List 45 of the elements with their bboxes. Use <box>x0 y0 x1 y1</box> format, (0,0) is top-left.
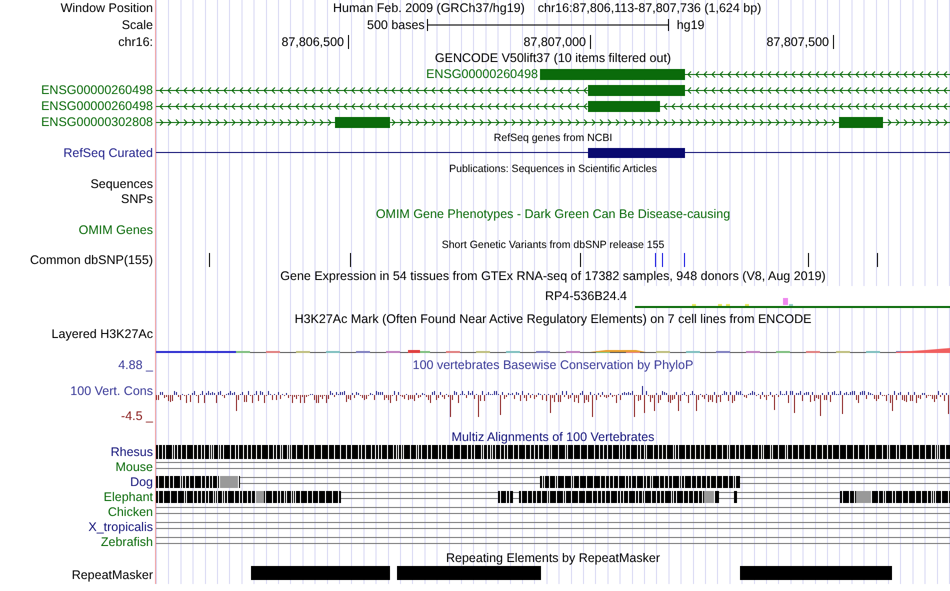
track-title: Multiz Alignments of 100 Vertebrates <box>452 430 654 444</box>
species-label: Elephant <box>104 491 153 504</box>
axis-label: 4.88 _ <box>118 358 153 372</box>
track-title: Publications: Sequences in Scientific Articles <box>449 162 657 176</box>
track-label: Common dbSNP(155) <box>30 253 153 267</box>
gene-label: ENSG00000302808 <box>41 115 153 129</box>
track-label: 100 Vert. Cons <box>70 384 153 398</box>
track-title: H3K27Ac Mark (Often Found Near Active Regulatory Elements) on 7 cell lines from ENCODE <box>294 312 812 326</box>
tick-mark <box>590 35 591 49</box>
tick-mark <box>833 35 834 49</box>
track-label: Sequences <box>90 176 153 190</box>
species-label: Chicken <box>108 506 153 519</box>
ruler-tick-label: 87,806,500 <box>281 35 344 49</box>
field-label: Window Position <box>60 1 153 15</box>
ruler-tick-label: 87,807,000 <box>523 35 586 49</box>
track-title: Short Genetic Variants from dbSNP release 155 <box>442 238 664 252</box>
database-text: hg19 <box>676 18 704 32</box>
track-label: SNPs <box>121 192 153 206</box>
position-text: chr16:87,806,113-87,807,736 (1,624 bp) <box>538 1 762 15</box>
track-title: RefSeq genes from NCBI <box>494 130 612 144</box>
track-label: RepeatMasker <box>72 568 153 582</box>
field-label: Scale <box>122 18 153 32</box>
species-label: Rhesus <box>110 446 153 459</box>
track-label: OMIM Genes <box>78 222 153 236</box>
track-title: 100 vertebrates Basewise Conservation by PhyloP <box>412 358 694 372</box>
gene-label[interactable]: RP4-536B24.4 <box>545 289 628 303</box>
field-label: chr16: <box>118 34 153 48</box>
gene-label: ENSG00000260498 <box>41 83 153 97</box>
gene-label: ENSG00000260498 <box>41 99 153 113</box>
axis-label: -4.5 _ <box>121 409 153 423</box>
ruler-tick-label: 87,807,500 <box>766 35 829 49</box>
track-label: RefSeq Curated <box>63 146 153 160</box>
species-label: Dog <box>130 476 153 489</box>
species-label: X_tropicalis <box>88 521 153 534</box>
scale-text: 500 bases <box>367 18 425 32</box>
track-title: OMIM Gene Phenotypes - Dark Green Can Be Disease-causing <box>376 207 730 221</box>
tick-mark <box>348 35 349 49</box>
assembly-text: Human Feb. 2009 (GRCh37/hg19) <box>333 1 525 15</box>
track-label: Layered H3K27Ac <box>52 327 153 341</box>
species-label: Mouse <box>115 461 153 474</box>
track-title: GENCODE V50lift37 (10 items filtered out) <box>434 51 672 65</box>
species-label: Zebrafish <box>100 536 153 549</box>
track-title: Repeating Elements by RepeatMasker <box>446 551 660 565</box>
track-title: Gene Expression in 54 tissues from GTEx RNA-seq of 17382 samples, 948 donors (V8, Aug 2019) <box>280 269 826 283</box>
gene-label[interactable]: ENSG00000260498 <box>426 67 538 81</box>
